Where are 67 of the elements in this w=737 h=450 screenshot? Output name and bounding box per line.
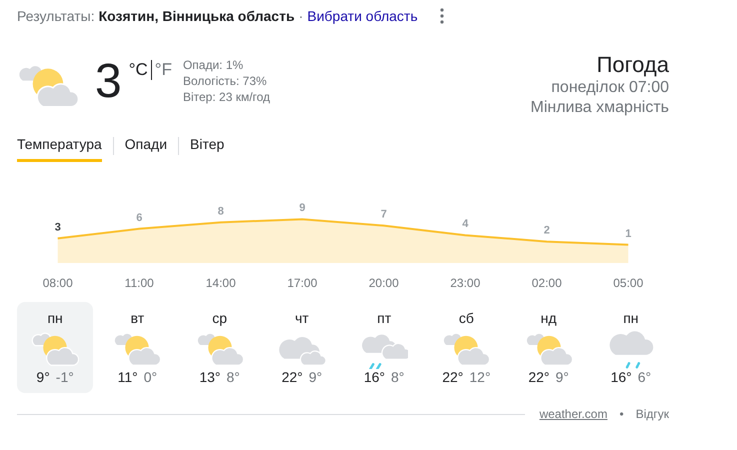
temperature-value: 3 [54,221,61,234]
low-temperature: 9° [308,369,322,386]
chart-tab[interactable]: Опади [124,130,168,162]
separator-dot: • [619,407,624,422]
day-name: чт [295,310,309,326]
low-temperature: 0° [144,369,158,386]
high-temperature: 11° [118,369,138,386]
unit-toggle[interactable]: °C [126,60,151,80]
day-name: вт [130,310,144,326]
condition-text: Мінлива хмарність [530,98,669,118]
day-forecast[interactable]: ср 13° 8° [182,302,258,394]
temperature-value: 8 [218,205,224,218]
unit-toggle[interactable]: °F [150,60,175,80]
hour-label: 08:00 [42,276,74,290]
low-temperature: 12° [469,369,491,386]
day-forecast[interactable]: чт 22° 9° [264,302,340,394]
low-temperature: -1° [56,369,74,386]
feedback-link[interactable]: Відгук [636,407,669,422]
hour-label: 02:00 [530,276,563,290]
location-name: Козятин, Вінницька область [98,8,295,24]
day-name: пт [377,310,392,326]
weather-detail: Вологість: 73% [182,73,268,89]
hour-label: 20:00 [368,276,400,290]
day-name: пн [47,310,63,326]
source-link[interactable]: weather.com [539,407,608,422]
low-temperature: 8° [391,369,404,386]
hour-label: 14:00 [204,276,237,290]
hour-label: 17:00 [286,276,318,290]
results-label: Результаты: [17,8,95,24]
temperature-value: 6 [136,212,142,224]
day-forecast[interactable]: пн 16° 6° [592,302,669,394]
temperature-value: 1 [625,228,632,240]
hour-label: 11:00 [124,276,155,290]
day-forecast[interactable]: пт 16° 8° [346,302,422,394]
hour-label: 23:00 [449,276,482,290]
day-forecast[interactable]: сб 22° 12° [428,302,504,394]
day-name: ср [212,310,228,326]
current-temperature: 3 [95,56,122,108]
high-temperature: 22° [528,369,550,386]
high-temperature: 22° [282,369,303,386]
high-temperature: 22° [442,369,464,386]
choose-region-link[interactable]: Вибрати область [307,8,418,24]
day-forecast[interactable]: нд 22° 9° [510,302,587,394]
day-name: сб [458,310,474,326]
low-temperature: 8° [226,369,240,386]
weather-detail: Опади: 1% [182,57,244,73]
day-name: нд [540,310,557,326]
weather-title: Погода [596,52,669,78]
temperature-value: 4 [462,218,468,230]
low-temperature: 9° [556,369,569,386]
chart-tab[interactable]: Вітер [190,130,224,162]
high-temperature: 9° [36,369,50,386]
temperature-value: 9 [299,202,306,214]
day-name: пн [623,310,639,326]
high-temperature: 13° [199,369,221,386]
chart-tab[interactable]: Температура [17,130,102,162]
day-forecast[interactable]: вт 11° 0° [99,302,176,394]
temperature-value: 2 [544,224,550,237]
separator-dot: · [298,8,304,24]
day-forecast[interactable]: пн 9° -1° [17,302,94,394]
date-time: понеділок 07:00 [551,78,669,98]
temperature-value: 7 [380,208,387,221]
hour-label: 05:00 [612,276,644,290]
high-temperature: 16° [610,369,632,386]
weather-detail: Вітер: 23 км/год [182,89,270,105]
low-temperature: 6° [638,369,652,386]
high-temperature: 16° [364,369,386,386]
